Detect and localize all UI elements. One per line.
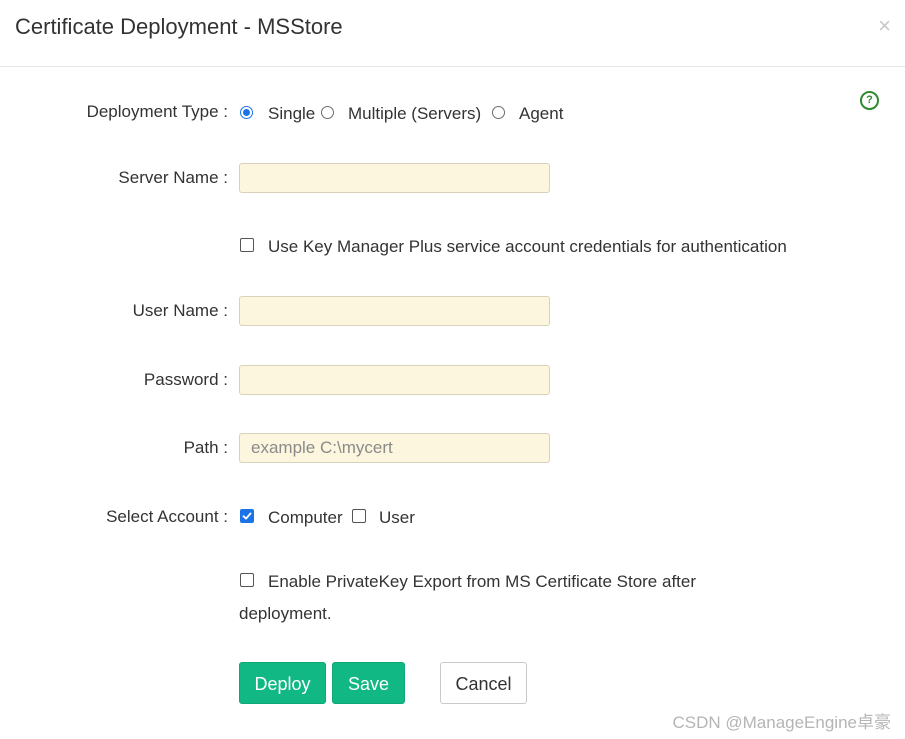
help-icon[interactable]: ? (860, 91, 879, 110)
radio-single[interactable] (240, 106, 253, 119)
radio-multiple-servers[interactable] (321, 106, 334, 119)
server-name-input[interactable] (239, 163, 550, 193)
user-name-label: User Name : (132, 301, 228, 320)
computer-checkbox-label[interactable]: Computer (268, 508, 343, 528)
computer-checkbox[interactable] (240, 509, 254, 523)
password-input[interactable] (239, 365, 550, 395)
path-label: Path : (183, 438, 228, 457)
password-label: Password : (143, 370, 228, 389)
deployment-type-label: Deployment Type : (86, 102, 228, 121)
cancel-button[interactable]: Cancel (440, 662, 527, 704)
watermark: CSDN @ManageEngine卓豪 (672, 713, 891, 732)
select-account-label: Select Account : (106, 507, 228, 526)
radio-agent-label[interactable]: Agent (519, 104, 563, 124)
dialog-header: Certificate Deployment - MSStore × (0, 0, 905, 67)
radio-multiple-servers-label[interactable]: Multiple (Servers) (348, 104, 481, 124)
private-key-export-checkbox[interactable] (240, 573, 254, 587)
private-key-export-label-line2[interactable]: deployment. (239, 604, 332, 624)
path-input[interactable] (239, 433, 550, 463)
certificate-deployment-dialog: Certificate Deployment - MSStore × ? Dep… (0, 0, 905, 739)
private-key-export-label-line1[interactable]: Enable PrivateKey Export from MS Certifi… (268, 572, 696, 592)
radio-agent[interactable] (492, 106, 505, 119)
server-name-label: Server Name : (118, 168, 228, 187)
radio-single-label[interactable]: Single (268, 104, 315, 124)
checkmark-icon (242, 512, 252, 520)
use-service-account-label[interactable]: Use Key Manager Plus service account cre… (268, 237, 787, 257)
save-button[interactable]: Save (332, 662, 405, 704)
user-checkbox-label[interactable]: User (379, 508, 415, 528)
use-service-account-checkbox[interactable] (240, 238, 254, 252)
user-checkbox[interactable] (352, 509, 366, 523)
close-icon[interactable]: × (878, 15, 891, 37)
deploy-button[interactable]: Deploy (239, 662, 326, 704)
user-name-input[interactable] (239, 296, 550, 326)
dialog-title: Certificate Deployment - MSStore (15, 14, 343, 39)
